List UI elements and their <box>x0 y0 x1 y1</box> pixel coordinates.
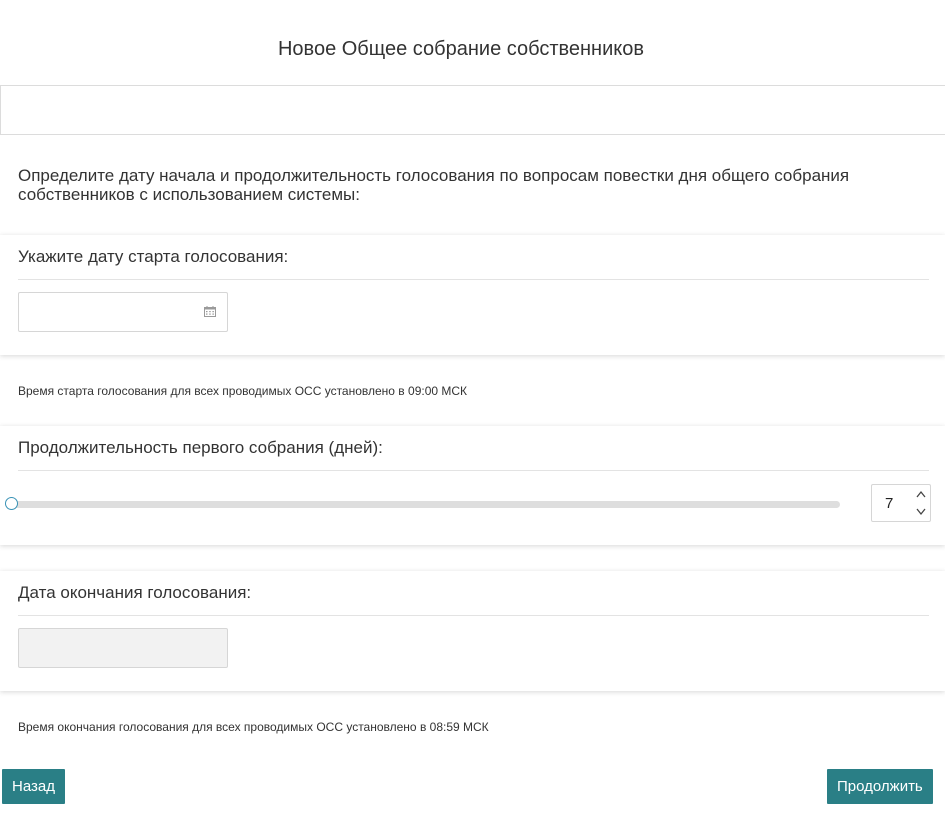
duration-value: 7 <box>885 495 894 512</box>
duration-number-input[interactable]: 7 <box>871 484 931 522</box>
duration-slider-handle[interactable] <box>5 497 18 510</box>
back-button[interactable]: Назад <box>2 769 65 804</box>
divider <box>18 470 929 471</box>
start-time-note: Время старта голосования для всех провод… <box>18 384 468 398</box>
end-time-note: Время окончания голосования для всех про… <box>18 720 489 734</box>
start-date-heading: Укажите дату старта голосования: <box>18 247 289 266</box>
end-date-card: Дата окончания голосования: <box>0 571 945 691</box>
chevron-down-icon[interactable] <box>914 504 928 519</box>
duration-card: Продолжительность первого собрания (дней… <box>0 426 945 545</box>
intro-text: Определите дату начала и продолжительнос… <box>18 166 850 204</box>
duration-slider-track[interactable] <box>12 501 840 508</box>
progress-stepper-bar <box>0 85 945 135</box>
continue-button[interactable]: Продолжить <box>827 769 933 804</box>
duration-heading: Продолжительность первого собрания (дней… <box>18 438 383 457</box>
start-date-input[interactable] <box>18 292 228 332</box>
divider <box>18 615 929 616</box>
chevron-up-icon[interactable] <box>914 487 928 502</box>
end-date-field <box>18 628 228 668</box>
start-date-card: Укажите дату старта голосования: <box>0 235 945 355</box>
calendar-icon[interactable] <box>204 306 216 317</box>
page-title: Новое Общее собрание собственников <box>277 38 644 60</box>
end-date-heading: Дата окончания голосования: <box>18 583 252 602</box>
divider <box>18 279 929 280</box>
